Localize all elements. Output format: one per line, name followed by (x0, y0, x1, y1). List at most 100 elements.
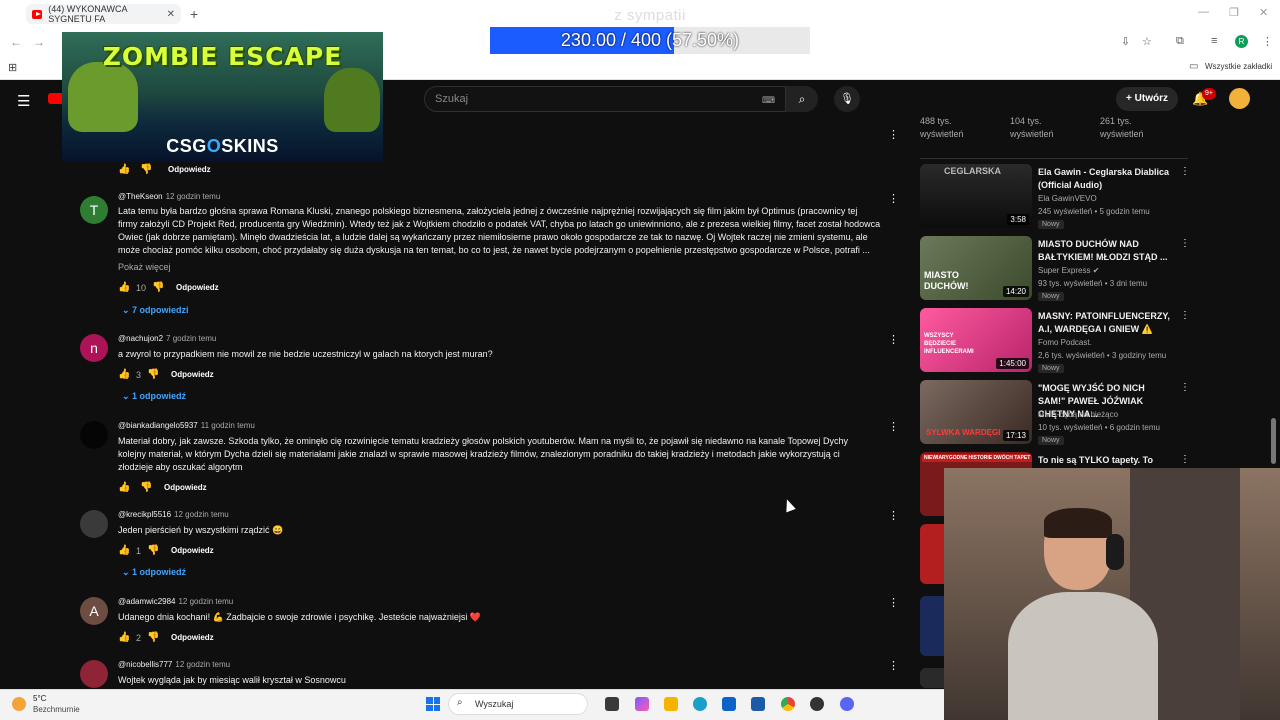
video-more-icon[interactable]: ⋮ (1180, 382, 1190, 393)
comment-author[interactable]: @nachujon2 (118, 334, 163, 343)
user-avatar[interactable] (1229, 88, 1250, 109)
video-more-icon[interactable]: ⋮ (1180, 166, 1190, 177)
recommended-video[interactable]: MIASTO DUCHÓW! 14:20 MIASTO DUCHÓW NAD B… (920, 236, 1190, 302)
reply-button[interactable]: Odpowiedz (164, 483, 207, 492)
edge-icon[interactable] (693, 697, 707, 711)
voice-search-button[interactable]: 🎙 (834, 86, 860, 112)
video-channel[interactable]: Super Express ✔ (1038, 266, 1099, 275)
dislike-icon[interactable]: 👎 (147, 545, 161, 556)
reply-button[interactable]: Odpowiedz (171, 546, 214, 555)
copilot-icon[interactable] (635, 697, 649, 711)
weather-condition[interactable]: Bezchmurnie (33, 705, 80, 714)
weather-sun-icon[interactable] (12, 697, 26, 711)
comment-more-icon[interactable]: ⋮ (888, 128, 899, 141)
create-button[interactable]: + Utwórz (1116, 87, 1178, 111)
file-explorer-icon[interactable] (664, 697, 678, 711)
reply-button[interactable]: Odpowiedz (171, 370, 214, 379)
video-thumbnail[interactable]: CEGLARSKA 3:58 (920, 164, 1032, 228)
comment-more-icon[interactable]: ⋮ (888, 192, 899, 205)
obs-icon[interactable] (810, 697, 824, 711)
reply-button[interactable]: Odpowiedz (171, 633, 214, 642)
like-icon[interactable]: 👍 (118, 164, 132, 175)
comment-time[interactable]: 12 godzin temu (174, 510, 229, 519)
reading-list-icon[interactable]: ≡ (1211, 35, 1217, 47)
like-icon[interactable]: 👍 (118, 482, 132, 493)
search-input[interactable]: Szukaj (424, 86, 786, 112)
video-channel[interactable]: MMA-będą na bieżąco (1038, 410, 1118, 419)
comment-author[interactable]: @biankadiangelo5937 (118, 421, 198, 430)
close-tab-icon[interactable]: ✕ (167, 9, 175, 20)
video-thumbnail[interactable]: SYLWKA WARDĘGI 17:13 (920, 380, 1032, 444)
page-scrollbar-thumb[interactable] (1271, 418, 1276, 464)
comment-avatar[interactable] (80, 421, 108, 449)
video-channel[interactable]: Ela GawinVEVO (1038, 194, 1097, 203)
view-replies-button[interactable]: ⌄ 1 odpowiedź (122, 391, 186, 402)
comment-time[interactable]: 11 godzin temu (201, 421, 255, 430)
back-icon[interactable]: ← (10, 35, 22, 49)
comment-time[interactable]: 7 godzin temu (166, 334, 216, 343)
comment-more-icon[interactable]: ⋮ (888, 596, 899, 609)
browser-tab[interactable]: (44) WYKONAWCA SYGNETU FA ✕ (26, 4, 181, 24)
reply-button[interactable]: Odpowiedz (168, 165, 211, 174)
search-button[interactable]: ⌕ (786, 86, 818, 112)
video-more-icon[interactable]: ⋮ (1180, 454, 1190, 465)
like-icon[interactable]: 👍 (118, 545, 132, 556)
video-thumbnail-partial[interactable] (920, 668, 944, 688)
video-thumbnail[interactable]: MIASTO DUCHÓW! 14:20 (920, 236, 1032, 300)
chrome-menu-icon[interactable]: ⋮ (1262, 35, 1273, 48)
dislike-icon[interactable]: 👎 (147, 632, 161, 643)
bookmark-star-icon[interactable]: ☆ (1142, 35, 1152, 48)
comment-author[interactable]: @nicobellis777 (118, 660, 172, 669)
menu-icon[interactable]: ☰ (17, 92, 30, 110)
dislike-icon[interactable]: 👎 (140, 482, 154, 493)
discord-icon[interactable] (840, 697, 854, 711)
apps-grid-icon[interactable]: ⊞ (8, 61, 17, 74)
view-replies-button[interactable]: ⌄ 1 odpowiedź (122, 567, 186, 578)
video-thumbnail[interactable]: WSZYSCY BĘDZIECIE INFLUENCERAMI 1:45:00 (920, 308, 1032, 372)
outlook-icon[interactable] (722, 697, 736, 711)
comment-time[interactable]: 12 godzin temu (175, 660, 230, 669)
view-replies-button[interactable]: ⌄ 7 odpowiedzi (122, 305, 189, 316)
chrome-icon[interactable] (781, 697, 795, 711)
video-channel[interactable]: Fomo Podcast. (1038, 338, 1092, 347)
install-app-icon[interactable]: ⇩ (1121, 35, 1130, 48)
comment-author[interactable]: @krecikpl5516 (118, 510, 171, 519)
like-icon[interactable]: 👍 (118, 632, 132, 643)
video-thumbnail-partial[interactable] (920, 524, 944, 584)
recommended-video[interactable]: CEGLARSKA 3:58 Ela Gawin - Ceglarska Dia… (920, 164, 1190, 230)
comment-author[interactable]: @TheKseon (118, 192, 163, 201)
comment-time[interactable]: 12 godzin temu (178, 597, 233, 606)
windows-start-icon[interactable] (426, 697, 440, 711)
recommended-video[interactable]: SYLWKA WARDĘGI 17:13 "MOGĘ WYJŚĆ DO NICH… (920, 380, 1190, 446)
comment-avatar[interactable]: T (80, 196, 108, 224)
maximize-icon[interactable]: ❐ (1229, 6, 1239, 19)
dislike-icon[interactable]: 👎 (140, 164, 154, 175)
like-icon[interactable]: 👍 (118, 369, 132, 380)
close-window-icon[interactable]: ✕ (1259, 6, 1268, 19)
minimize-icon[interactable]: — (1198, 6, 1209, 18)
store-icon[interactable] (751, 697, 765, 711)
video-title[interactable]: Ela Gawin - Ceglarska Diablica (Official… (1038, 166, 1174, 192)
new-tab-icon[interactable]: + (190, 6, 198, 22)
recommended-video[interactable]: WSZYSCY BĘDZIECIE INFLUENCERAMI 1:45:00 … (920, 308, 1190, 374)
like-icon[interactable]: 👍 (118, 282, 132, 293)
comment-more-icon[interactable]: ⋮ (888, 509, 899, 522)
comment-more-icon[interactable]: ⋮ (888, 333, 899, 346)
comment-more-icon[interactable]: ⋮ (888, 659, 899, 672)
comment-avatar[interactable]: A (80, 597, 108, 625)
extensions-icon[interactable]: ⧉ (1176, 35, 1184, 48)
comment-more-icon[interactable]: ⋮ (888, 420, 899, 433)
keyboard-icon[interactable]: ⌨ (762, 95, 775, 106)
comment-avatar[interactable]: n (80, 334, 108, 362)
comment-author[interactable]: @adamwic2984 (118, 597, 175, 606)
all-bookmarks-link[interactable]: Wszystkie zakładki (1205, 62, 1272, 71)
comment-avatar[interactable] (80, 510, 108, 538)
video-title[interactable]: MIASTO DUCHÓW NAD BAŁTYKIEM! MŁODZI STĄD… (1038, 238, 1174, 264)
comment-time[interactable]: 12 godzin temu (166, 192, 221, 201)
task-view-icon[interactable] (605, 697, 619, 711)
reply-button[interactable]: Odpowiedz (176, 283, 219, 292)
taskbar-search-input[interactable]: Wyszukaj (448, 693, 588, 715)
weather-temperature[interactable]: 5°C (33, 694, 46, 703)
dislike-icon[interactable]: 👎 (152, 282, 166, 293)
forward-icon[interactable]: → (33, 35, 45, 49)
